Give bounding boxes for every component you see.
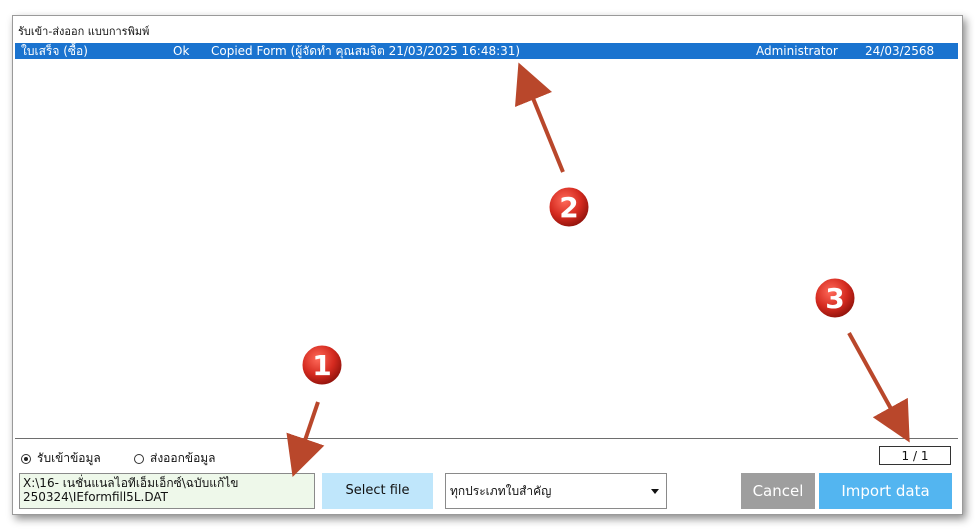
annotation-arrow-2 xyxy=(515,62,565,173)
annotation-badge-1: 1 xyxy=(299,342,345,388)
badge-3-number: 3 xyxy=(825,282,844,315)
annotation-badge-3: 3 xyxy=(812,275,858,321)
annotation-arrow-1 xyxy=(286,401,325,477)
annotation-overlay: 1 2 3 xyxy=(286,62,910,477)
badge-1-number: 1 xyxy=(312,349,331,382)
badge-2-number: 2 xyxy=(559,191,578,224)
annotation-arrow-3 xyxy=(847,332,910,443)
annotation-badge-2: 2 xyxy=(546,184,592,230)
